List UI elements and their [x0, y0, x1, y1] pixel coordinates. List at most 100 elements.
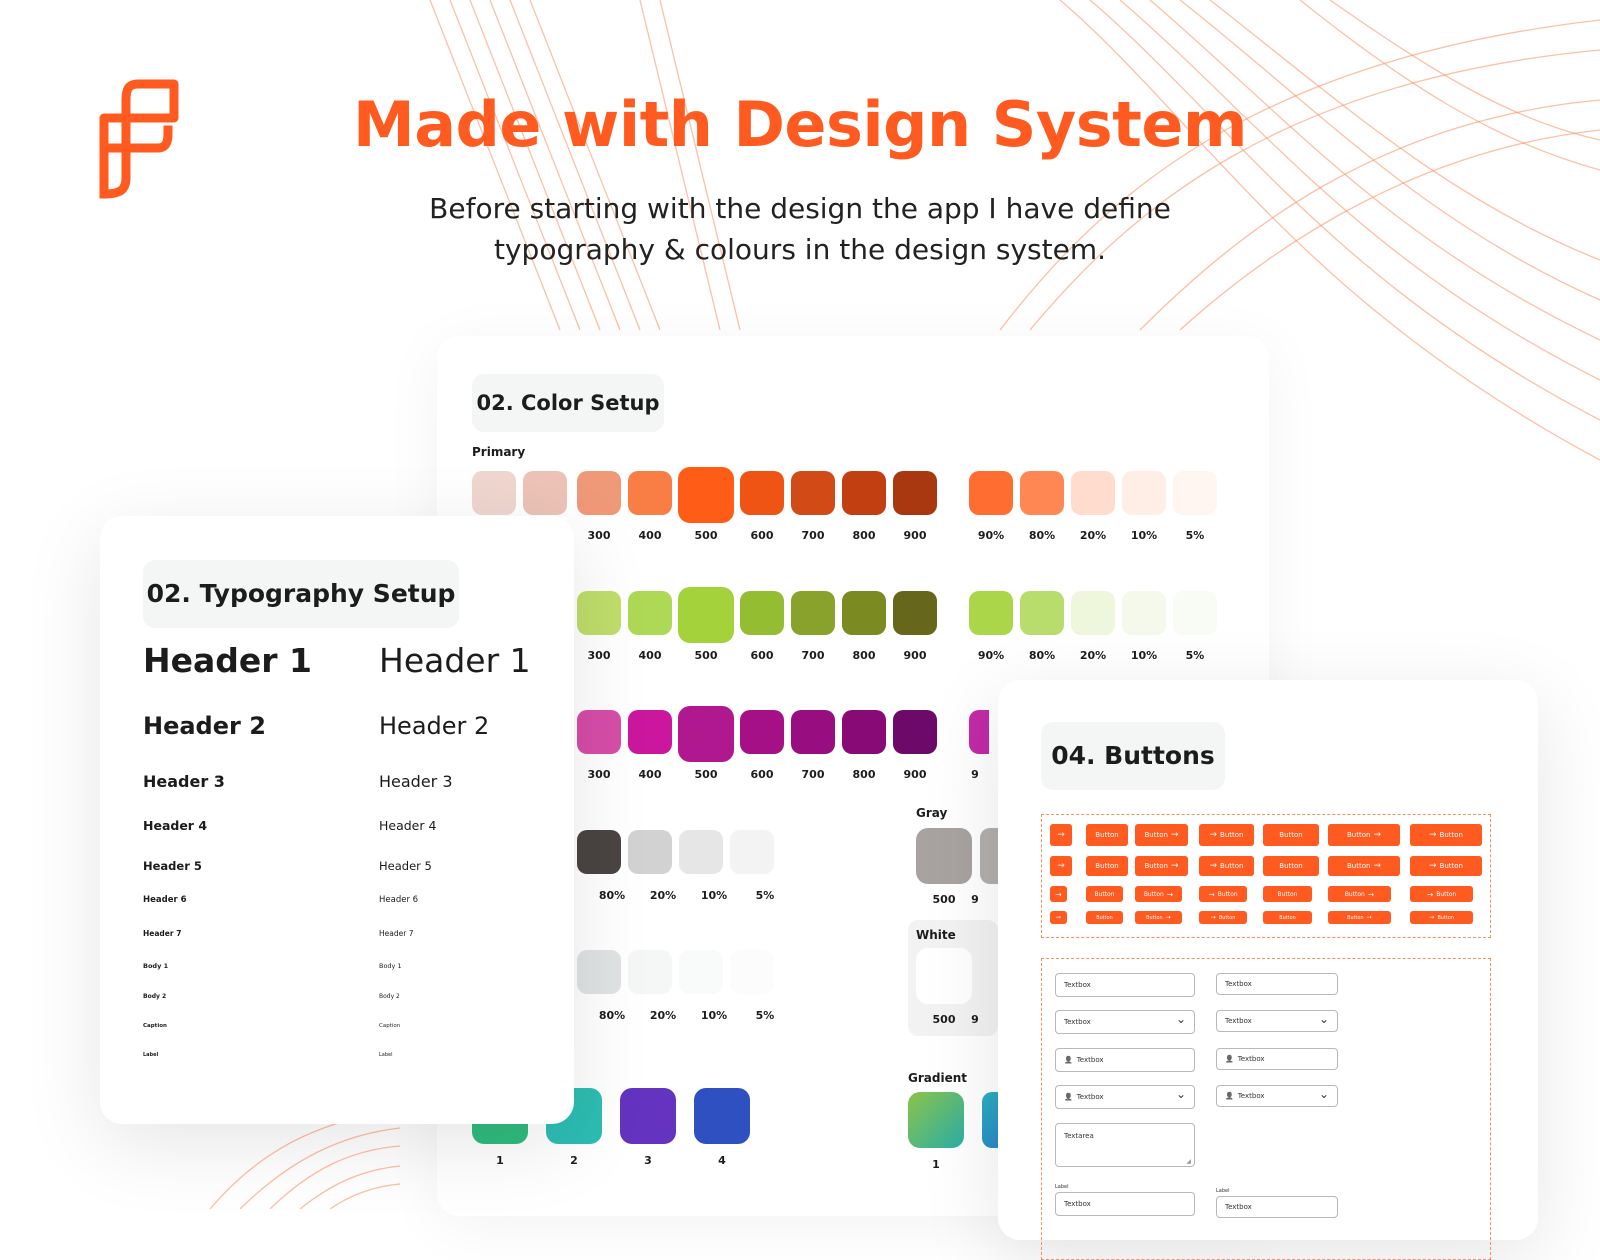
icon-button[interactable]: →	[1050, 824, 1072, 846]
button-label: Button	[1145, 862, 1168, 870]
button-label: Button	[1095, 891, 1115, 898]
primary-swatch	[791, 471, 835, 515]
button-label: Button	[1347, 915, 1363, 921]
primary-swatch	[740, 471, 784, 515]
labeled-textbox-field[interactable]: Textbox	[1055, 1192, 1195, 1216]
primary-opacity-swatch	[1122, 471, 1166, 515]
field-label: Label	[1216, 1188, 1230, 1194]
button-label: Button	[1440, 831, 1463, 839]
primary-button[interactable]: Button→	[1328, 886, 1391, 902]
primary-button[interactable]: Button→	[1135, 911, 1182, 924]
primary-button[interactable]: Button→	[1135, 824, 1188, 846]
body1-regular: Body 1	[379, 962, 402, 970]
green-swatch	[842, 591, 886, 635]
field-placeholder: Textbox	[1064, 1200, 1091, 1208]
icon-button[interactable]: →	[1050, 911, 1067, 924]
light-row-swatch	[577, 950, 621, 994]
arrow-right-icon: →	[1057, 861, 1065, 871]
primary-swatch	[678, 467, 734, 523]
green-swatch	[893, 591, 937, 635]
gray-row-swatch	[730, 830, 774, 874]
button-label: Button	[1095, 831, 1118, 839]
arrow-right-icon: →	[1373, 830, 1381, 840]
green-opacity-swatch	[1020, 591, 1064, 635]
caption-regular: Caption	[379, 1023, 400, 1029]
magenta-swatch	[577, 710, 621, 754]
textarea-field[interactable]: Textarea ◢	[1055, 1123, 1195, 1167]
primary-shade-label: 400	[625, 529, 675, 542]
primary-button[interactable]: →Button	[1199, 911, 1247, 924]
magenta-swatch	[628, 710, 672, 754]
primary-button[interactable]: Button→	[1135, 856, 1188, 876]
primary-button[interactable]: →Button	[1199, 856, 1254, 876]
primary-button[interactable]: →Button	[1199, 886, 1247, 902]
green-opacity-label: 10%	[1119, 649, 1169, 662]
label-regular: Label	[379, 1052, 393, 1058]
primary-opacity-label: 10%	[1119, 529, 1169, 542]
primary-button[interactable]: →Button	[1410, 824, 1482, 846]
primary-button[interactable]: →Button	[1410, 911, 1473, 924]
icon-textbox-field[interactable]: 👤Textbox	[1216, 1048, 1338, 1070]
field-placeholder: Textarea	[1064, 1132, 1094, 1140]
button-label: Button	[1440, 862, 1463, 870]
green-opacity-label: 80%	[1017, 649, 1067, 662]
arrow-right-icon: →	[1368, 890, 1374, 899]
primary-opacity-label: 80%	[1017, 529, 1067, 542]
accent-label: 2	[549, 1154, 599, 1167]
primary-button[interactable]: →Button	[1410, 856, 1482, 876]
button-label: Button	[1145, 831, 1168, 839]
primary-button[interactable]: Button	[1086, 911, 1123, 924]
magenta-shade-label: 300	[574, 768, 624, 781]
field-placeholder: Textbox	[1238, 1055, 1265, 1063]
select-field[interactable]: Textbox⌄	[1055, 1010, 1195, 1034]
primary-button[interactable]: Button	[1263, 886, 1312, 902]
primary-button[interactable]: →Button	[1410, 886, 1473, 902]
textbox-field[interactable]: Textbox	[1216, 973, 1338, 995]
primary-shade-label: 900	[890, 529, 940, 542]
primary-button[interactable]: Button→	[1135, 886, 1182, 902]
arrow-right-icon: →	[1429, 830, 1437, 840]
resize-handle-icon[interactable]: ◢	[1186, 1158, 1191, 1165]
primary-button[interactable]: Button	[1086, 856, 1128, 876]
primary-opacity-label: 20%	[1068, 529, 1118, 542]
typography-setup-card: 02. Typography Setup Header 1 Header 1 H…	[100, 516, 574, 1124]
arrow-right-icon: →	[1429, 861, 1437, 871]
primary-button[interactable]: →Button	[1199, 824, 1254, 846]
hero-subtitle-line-2: typography & colours in the design syste…	[380, 229, 1220, 270]
icon-select-field[interactable]: 👤Textbox⌄	[1216, 1085, 1338, 1107]
primary-button[interactable]: Button	[1263, 856, 1319, 876]
primary-shade-label: 700	[788, 529, 838, 542]
primary-button[interactable]: Button	[1086, 886, 1123, 902]
green-opacity-label: 20%	[1068, 649, 1118, 662]
light-row-swatch	[628, 950, 672, 994]
primary-button[interactable]: Button	[1263, 911, 1312, 924]
select-field[interactable]: Textbox⌄	[1216, 1010, 1338, 1032]
buttons-title: 04. Buttons	[1041, 722, 1225, 790]
labeled-textbox-field[interactable]: Textbox	[1216, 1196, 1338, 1218]
button-label: Button	[1436, 891, 1456, 898]
gradient-value: 1	[911, 1158, 961, 1171]
icon-select-field[interactable]: 👤Textbox⌄	[1055, 1085, 1195, 1109]
white-value-partial: 9	[965, 1013, 985, 1026]
primary-swatch	[842, 471, 886, 515]
icon-button[interactable]: →	[1050, 856, 1072, 876]
primary-button[interactable]: Button→	[1328, 824, 1400, 846]
button-label: Button	[1095, 862, 1118, 870]
gray-row-swatch	[628, 830, 672, 874]
textbox-field[interactable]: Textbox	[1055, 973, 1195, 997]
icon-button[interactable]: →	[1050, 886, 1067, 902]
primary-button[interactable]: Button	[1263, 824, 1319, 846]
primary-swatch	[893, 471, 937, 515]
header4-regular: Header 4	[379, 818, 436, 833]
typography-samples: Header 1 Header 1 Header 2 Header 2 Head…	[143, 516, 563, 1116]
primary-button[interactable]: Button	[1086, 824, 1128, 846]
icon-textbox-field[interactable]: 👤Textbox	[1055, 1048, 1195, 1072]
brand-logo-icon	[96, 78, 180, 200]
gray-row-label: 5%	[740, 889, 790, 902]
hero-subtitle: Before starting with the design the app …	[380, 188, 1220, 270]
primary-button[interactable]: Button→	[1328, 856, 1400, 876]
header1-bold: Header 1	[143, 641, 312, 680]
primary-button[interactable]: Button→	[1328, 911, 1391, 924]
green-shade-label: 800	[839, 649, 889, 662]
header7-regular: Header 7	[379, 929, 413, 938]
